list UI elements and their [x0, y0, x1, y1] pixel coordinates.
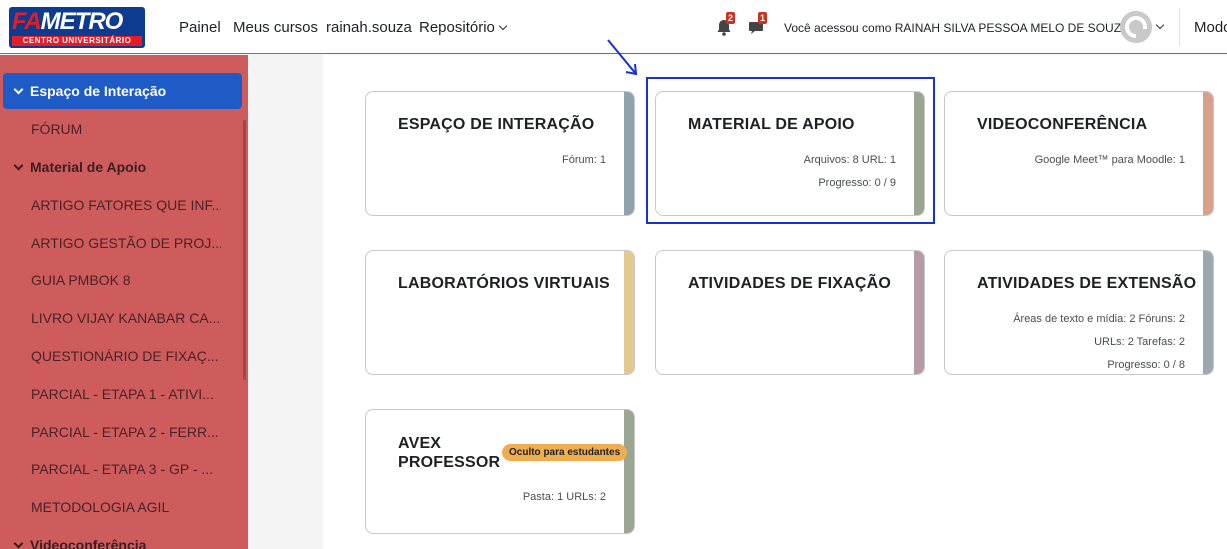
- user-avatar-icon: [1120, 11, 1152, 43]
- nav-link-painel[interactable]: Painel: [179, 18, 221, 38]
- user-avatar[interactable]: [1120, 11, 1152, 43]
- sidebar-item-artigo-fatores[interactable]: ARTIGO FATORES QUE INF...: [31, 195, 221, 215]
- message-count-badge: 1: [758, 12, 768, 24]
- repositorio-label: Repositório: [419, 19, 495, 36]
- hidden-from-students-badge: Oculto para estudantes: [502, 444, 628, 461]
- edit-mode-label[interactable]: Modo: [1194, 18, 1227, 38]
- section-card-videoconferencia[interactable]: VIDEOCONFERÊNCIA Google Meet™ para Moodl…: [944, 91, 1214, 216]
- user-menu-chevron-icon[interactable]: [1155, 20, 1165, 30]
- main-left-gutter: [248, 55, 323, 549]
- nav-link-username[interactable]: rainah.souza: [326, 18, 412, 38]
- card-color-stripe: [624, 251, 634, 374]
- sidebar-item-parcial-etapa-1[interactable]: PARCIAL - ETAPA 1 - ATIVI...: [31, 384, 221, 404]
- sidebar-section-label: Material de Apoio: [30, 159, 147, 175]
- notifications-button[interactable]: 2: [716, 12, 738, 38]
- section-card-atividades-extensao[interactable]: ATIVIDADES DE EXTENSÃO Áreas de texto e …: [944, 250, 1214, 375]
- card-title: ATIVIDADES DE FIXAÇÃO: [688, 275, 892, 292]
- course-index-sidebar: Espaço de Interação FÓRUM Material de Ap…: [0, 55, 248, 549]
- sidebar-item-metodologia-agil[interactable]: METODOLOGIA AGIL: [31, 497, 221, 517]
- card-stat-line: Pasta: 1 URLs: 2: [522, 491, 606, 503]
- card-title: VIDEOCONFERÊNCIA: [977, 116, 1148, 133]
- card-stat-line: Áreas de texto e mídia: 2 Fóruns: 2: [1013, 313, 1185, 325]
- chevron-down-icon: [498, 21, 508, 31]
- notification-count-badge: 2: [726, 12, 736, 24]
- sidebar-item-questionario[interactable]: QUESTIONÁRIO DE FIXAÇ...: [31, 346, 221, 366]
- logo-fa: FA: [12, 8, 42, 35]
- sidebar-item-livro-vijay[interactable]: LIVRO VIJAY KANABAR CA...: [31, 308, 221, 328]
- sidebar-section-videoconferencia[interactable]: Videoconferência: [3, 527, 242, 549]
- section-card-espaco-interacao[interactable]: ESPAÇO DE INTERAÇÃO Fórum: 1: [365, 91, 635, 216]
- card-color-stripe: [1203, 251, 1213, 374]
- card-stat-line: Google Meet™ para Moodle: 1: [1034, 154, 1185, 166]
- card-stat-line: Fórum: 1: [561, 154, 606, 166]
- card-color-stripe: [624, 410, 634, 533]
- nav-link-repositorio[interactable]: Repositório: [419, 18, 508, 38]
- card-progress-line: Progresso: 0 / 8: [1107, 359, 1185, 371]
- logo-metro: METRO: [40, 8, 124, 35]
- sidebar-section-label: Espaço de Interação: [30, 83, 167, 99]
- card-color-stripe: [624, 92, 634, 215]
- sidebar-item-forum[interactable]: FÓRUM: [31, 119, 221, 139]
- card-title: ATIVIDADES DE EXTENSÃO: [977, 275, 1197, 292]
- messages-button[interactable]: 1: [748, 12, 770, 38]
- chevron-down-icon: [13, 160, 24, 171]
- sidebar-item-parcial-etapa-3[interactable]: PARCIAL - ETAPA 3 - GP - ...: [31, 459, 221, 479]
- logo-subtitle: CENTRO UNIVERSITÁRIO: [12, 36, 142, 46]
- sidebar-scrollbar[interactable]: [243, 120, 246, 380]
- card-title: LABORATÓRIOS VIRTUAIS: [398, 275, 610, 292]
- nav-link-meus-cursos[interactable]: Meus cursos: [233, 18, 318, 38]
- chevron-down-icon: [13, 84, 24, 95]
- card-color-stripe: [1203, 92, 1213, 215]
- section-card-laboratorios[interactable]: LABORATÓRIOS VIRTUAIS: [365, 250, 635, 375]
- sidebar-section-label: Videoconferência: [30, 537, 147, 549]
- card-title: ESPAÇO DE INTERAÇÃO: [398, 116, 595, 133]
- logged-in-user-text: Você acessou como RAINAH SILVA PESSOA ME…: [784, 21, 1130, 35]
- sidebar-item-parcial-etapa-2[interactable]: PARCIAL - ETAPA 2 - FERR...: [31, 422, 221, 442]
- sidebar-item-guia-pmbok[interactable]: GUIA PMBOK 8: [31, 270, 221, 290]
- card-title-line-1: AVEX: [398, 435, 442, 452]
- chevron-down-icon: [13, 538, 24, 549]
- section-card-atividades-fixacao[interactable]: ATIVIDADES DE FIXAÇÃO: [655, 250, 925, 375]
- card-stat-line: URLs: 2 Tarefas: 2: [1094, 336, 1185, 348]
- navbar-divider: [1179, 8, 1180, 46]
- card-color-stripe: [914, 251, 924, 374]
- sidebar-section-material-apoio[interactable]: Material de Apoio: [3, 149, 242, 185]
- fametro-logo[interactable]: FAMETRO CENTRO UNIVERSITÁRIO: [9, 7, 145, 48]
- annotation-arrow-icon: [607, 39, 638, 76]
- card-title-line-2: PROFESSOR: [398, 454, 501, 471]
- highlight-annotation-box: [646, 77, 935, 224]
- sidebar-section-espaco-interacao[interactable]: Espaço de Interação: [3, 73, 242, 109]
- section-card-avex-professor[interactable]: AVEX PROFESSOR Oculto para estudantes Pa…: [365, 409, 635, 534]
- sidebar-item-artigo-gestao[interactable]: ARTIGO GESTÃO DE PROJ...: [31, 233, 221, 253]
